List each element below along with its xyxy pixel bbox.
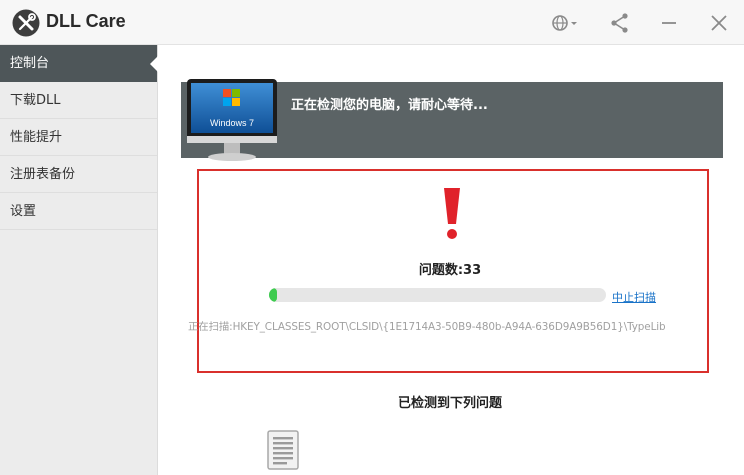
sidebar-item-label: 下载DLL	[10, 93, 61, 108]
current-scan-path: 正在扫描:HKEY_CLASSES_ROOT\CLSID\{1E1714A3-5…	[188, 321, 666, 333]
sidebar: 控制台 下载DLL 性能提升 注册表备份 设置	[0, 45, 158, 475]
wrench-screwdriver-icon	[12, 9, 40, 37]
close-icon[interactable]	[707, 11, 731, 35]
sidebar-item-performance[interactable]: 性能提升	[0, 119, 157, 156]
sidebar-item-label: 性能提升	[10, 130, 63, 145]
os-label: Windows 7	[210, 118, 254, 128]
title-bar: DLL Care	[0, 0, 744, 45]
stop-scan-link[interactable]: 中止扫描	[612, 289, 656, 305]
document-icon	[267, 430, 299, 470]
issue-count: 问题数:33	[418, 263, 482, 278]
sidebar-item-console[interactable]: 控制台	[0, 45, 158, 82]
sidebar-item-label: 注册表备份	[10, 167, 76, 182]
globe-icon[interactable]	[550, 11, 580, 35]
sidebar-item-registry-backup[interactable]: 注册表备份	[0, 156, 157, 193]
app-title: DLL Care	[46, 11, 126, 31]
scan-status-text: 正在检测您的电脑，请耐心等待...	[291, 98, 488, 113]
scan-progress-bar	[269, 288, 606, 302]
sidebar-item-download-dll[interactable]: 下载DLL	[0, 82, 157, 119]
scan-progress-fill	[269, 288, 278, 302]
windows-monitor-icon: Windows 7	[187, 79, 277, 161]
sidebar-item-settings[interactable]: 设置	[0, 193, 157, 230]
results-title: 已检测到下列问题	[397, 396, 502, 411]
minimize-icon[interactable]	[657, 11, 681, 35]
exclamation-icon	[444, 188, 460, 239]
sidebar-item-label: 控制台	[10, 56, 50, 71]
share-icon[interactable]	[608, 11, 632, 35]
sidebar-item-label: 设置	[10, 204, 37, 219]
